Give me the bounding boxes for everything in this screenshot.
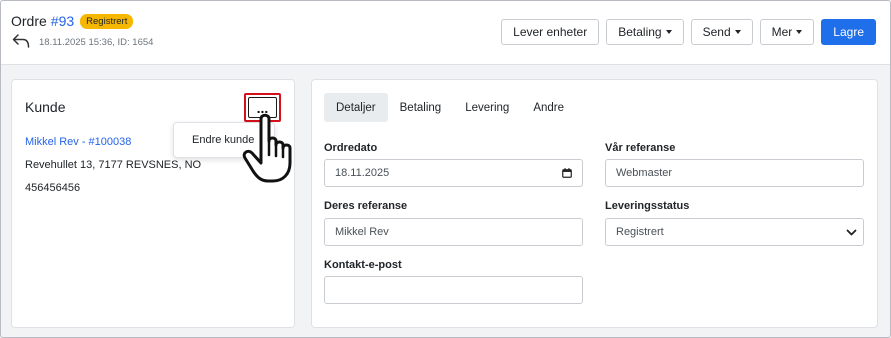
details-tabs: Detaljer Betaling Levering Andre (324, 93, 576, 122)
caret-down-icon (665, 30, 672, 34)
var-referanse-label: Vår referanse (605, 142, 676, 154)
mer-dropdown-button[interactable]: Mer (759, 19, 815, 45)
customer-card-title: Kunde (25, 99, 66, 115)
order-meta: 18.11.2025 15:36, ID: 1654 (39, 37, 154, 48)
toolbar: Lever enheter Betaling Send Mer Lagre (501, 19, 876, 45)
betaling-dropdown-button[interactable]: Betaling (606, 19, 684, 45)
tab-detaljer[interactable]: Detaljer (324, 93, 388, 122)
ordredato-value: 18.11.2025 (335, 167, 390, 179)
order-number: #93 (50, 13, 75, 29)
deres-referanse-field[interactable]: Mikkel Rev (324, 218, 583, 246)
hand-pointer-icon (242, 113, 292, 183)
tab-levering[interactable]: Levering (453, 93, 521, 122)
caret-down-icon (734, 30, 741, 34)
page-header: Ordre #93 Registrert 18.11.2025 15:36, I… (1, 1, 890, 65)
deres-referanse-label: Deres referanse (324, 200, 408, 212)
lever-enheter-label: Lever enheter (513, 25, 588, 39)
status-badge: Registrert (80, 13, 134, 29)
ordredato-label: Ordredato (324, 142, 378, 154)
kontakt-epost-field[interactable] (324, 276, 583, 304)
deres-referanse-value: Mikkel Rev (335, 226, 389, 238)
leveringsstatus-select[interactable]: Registrert (605, 218, 864, 246)
lagre-button[interactable]: Lagre (821, 19, 876, 45)
window: Ordre #93 Registrert 18.11.2025 15:36, I… (0, 0, 891, 338)
ordredato-field[interactable]: 18.11.2025 (324, 159, 583, 187)
lagre-label: Lagre (833, 25, 864, 39)
tab-andre[interactable]: Andre (521, 93, 576, 122)
kontakt-epost-label: Kontakt-e-post (324, 259, 402, 271)
send-dropdown-button[interactable]: Send (690, 19, 753, 45)
customer-name-link[interactable]: Mikkel Rev - #100038 (25, 136, 131, 148)
details-card: Detaljer Betaling Levering Andre Ordreda… (311, 79, 878, 328)
title-row: Ordre #93 Registrert (11, 13, 134, 29)
mer-label: Mer (771, 25, 793, 39)
var-referanse-value: Webmaster (616, 167, 673, 179)
customer-phone: 456456456 (25, 182, 81, 194)
var-referanse-field[interactable]: Webmaster (605, 159, 864, 187)
betaling-label: Betaling (618, 25, 662, 39)
leveringsstatus-label: Leveringsstatus (605, 200, 690, 212)
caret-down-icon (796, 30, 803, 34)
back-arrow-icon[interactable] (12, 34, 30, 48)
leveringsstatus-value: Registrert (616, 226, 664, 238)
chevron-down-icon (846, 229, 857, 236)
tab-betaling[interactable]: Betaling (388, 93, 454, 122)
lever-enheter-button[interactable]: Lever enheter (501, 19, 600, 45)
customer-address: Revehullet 13, 7177 REVSNES, NO (25, 159, 202, 171)
page-title: Ordre (11, 13, 47, 29)
calendar-icon[interactable] (562, 168, 572, 178)
send-label: Send (702, 25, 731, 39)
